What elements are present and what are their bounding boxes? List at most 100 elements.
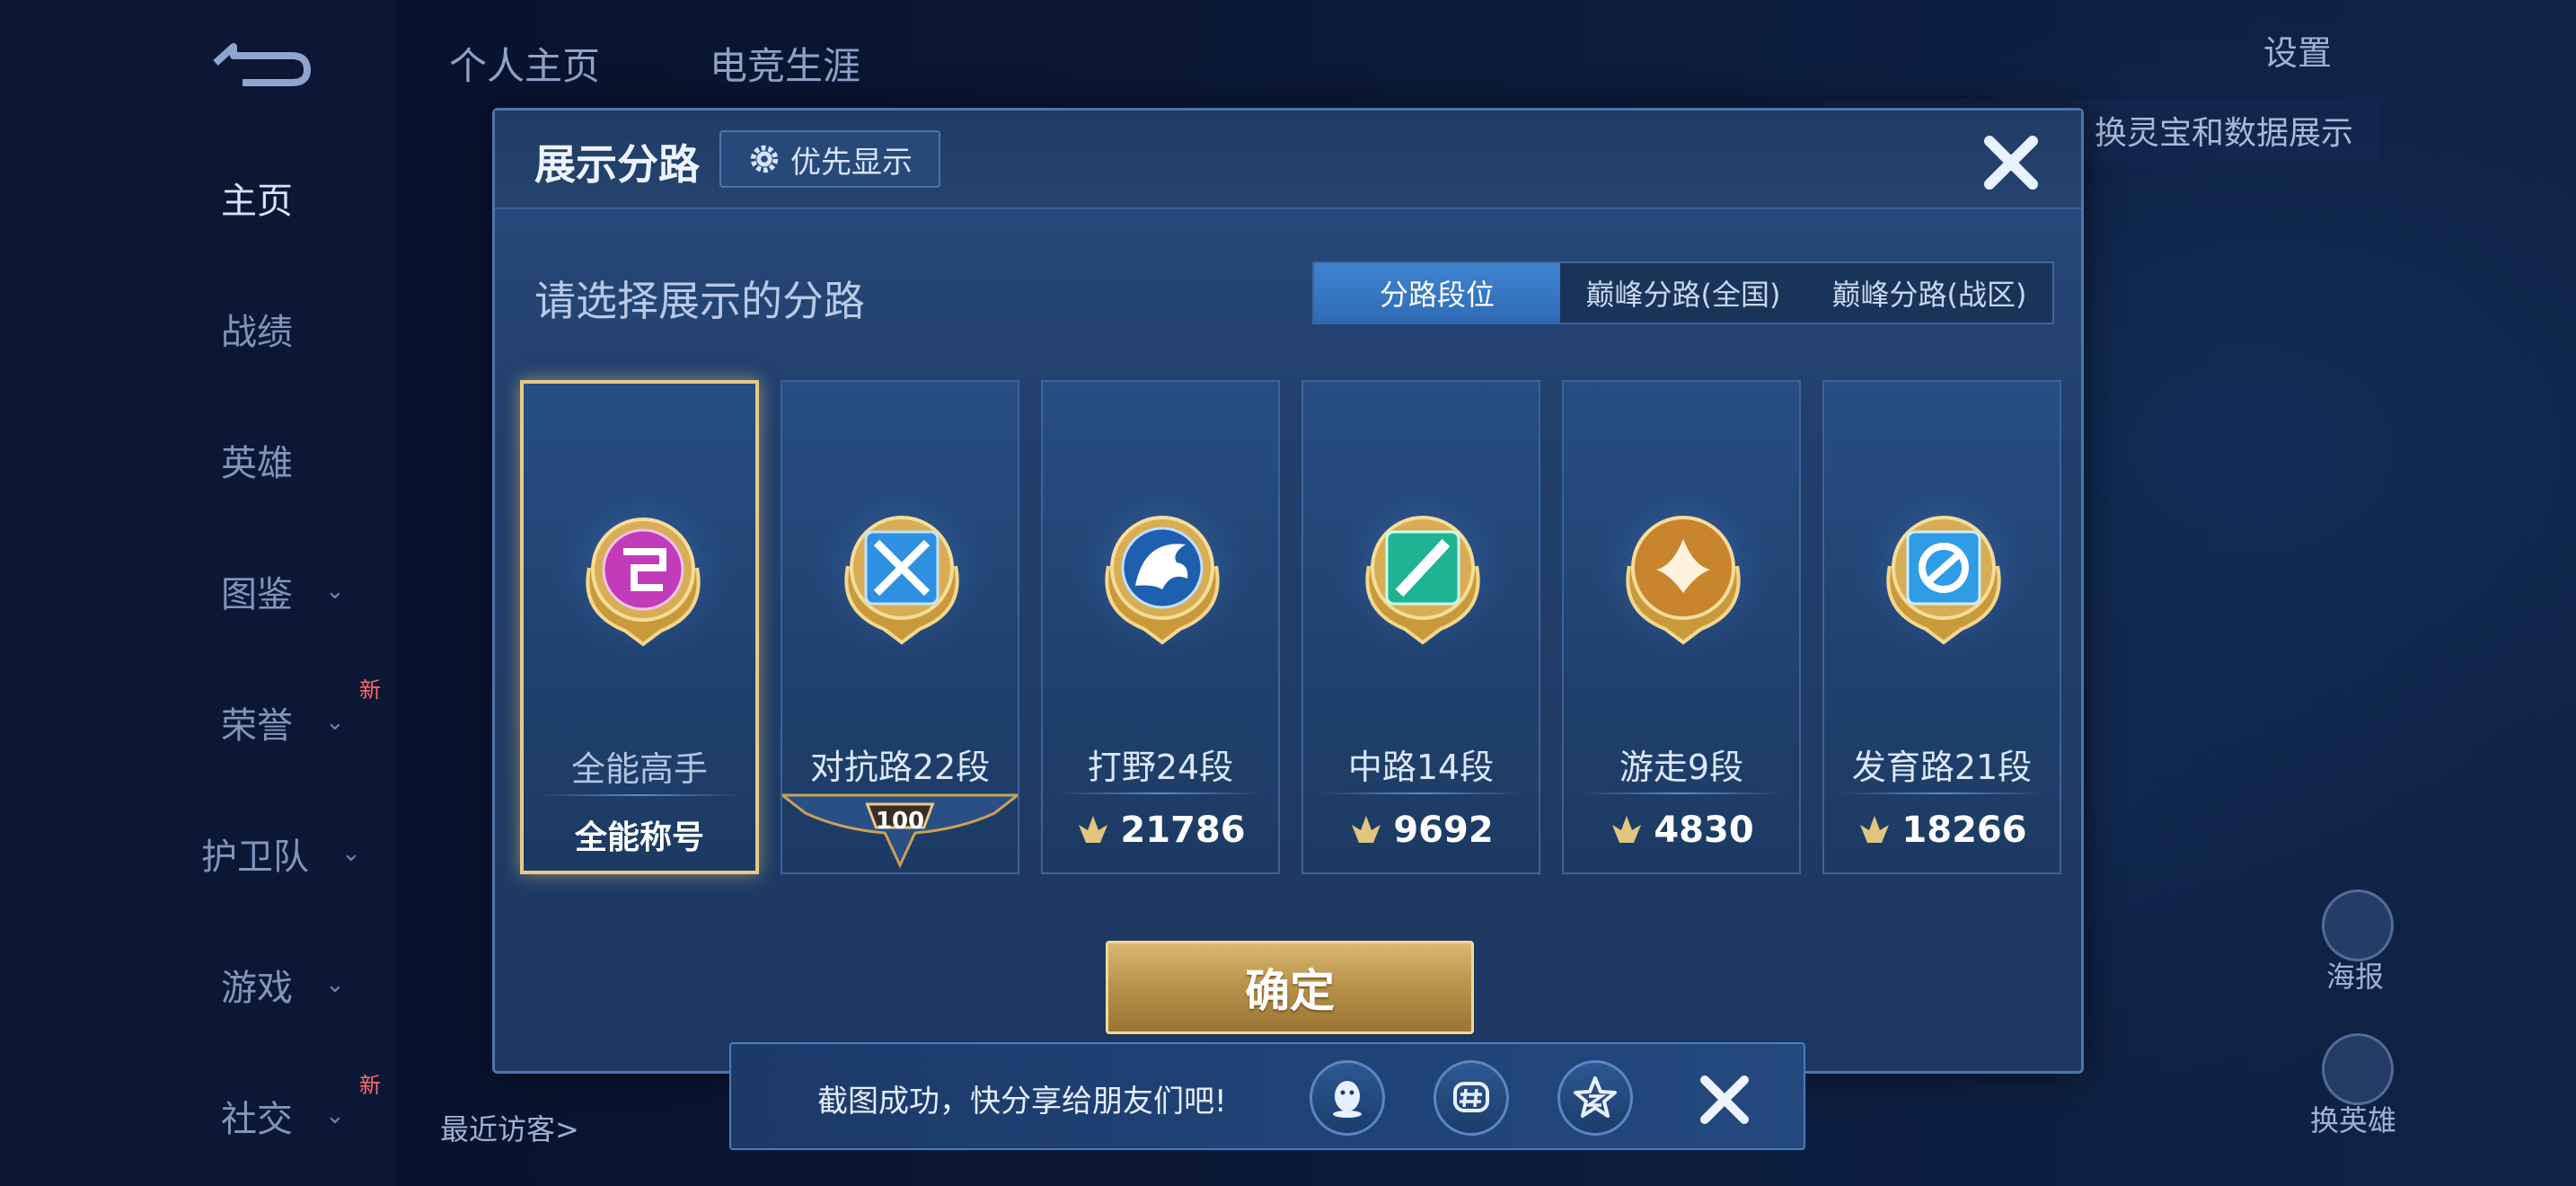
lane-card-jungle[interactable]: 打野24段 21786: [1041, 380, 1280, 874]
lane-card-score: 9692: [1303, 810, 1539, 851]
swap-hero-label: 换英雄: [2310, 1103, 2397, 1137]
settings-button[interactable]: 设置: [2263, 25, 2332, 75]
all-round-badge-icon: [580, 505, 706, 649]
nav-item-label: 游戏: [221, 968, 293, 1009]
farm-lane-badge-icon: [1881, 503, 2007, 647]
share-qq-button[interactable]: [1310, 1060, 1385, 1136]
card-divider: [1578, 792, 1785, 794]
lane-card-roam[interactable]: 游走9段 4830: [1562, 380, 1801, 874]
nav-item-label: 社交: [221, 1099, 293, 1140]
lane-card-score: 18266: [1824, 810, 2060, 851]
lane-card-name: 全能高手: [570, 749, 708, 789]
nav-item-label: 图鉴: [221, 574, 293, 615]
badge-glow: [812, 481, 992, 660]
toast-close-button[interactable]: [1690, 1066, 1759, 1134]
new-badge: 新: [359, 1073, 381, 1098]
lane-cards: 全能高手 全能称号 对抗路22段 100 打野24段 21786 中路14段 9…: [520, 380, 2065, 874]
score-value: 4830: [1654, 810, 1754, 851]
tab-esports[interactable]: 电竞生涯: [710, 36, 860, 91]
close-icon: [1700, 1075, 1749, 1124]
qq-icon: [1333, 1081, 1362, 1118]
badge-glow: [1072, 481, 1252, 660]
peak-score-icon: [1079, 816, 1108, 843]
nav-item-handbook[interactable]: 图鉴 ⌄: [221, 564, 419, 618]
new-badge: 新: [359, 677, 381, 703]
chevron-down-icon: ⌄: [341, 840, 361, 867]
nav-item-heroes[interactable]: 英雄: [221, 433, 419, 487]
tab-lane-rank[interactable]: 分路段位: [1314, 263, 1560, 323]
peak-score-icon: [1352, 816, 1381, 843]
nav-item-guard-team[interactable]: 护卫队 ⌄: [201, 827, 399, 881]
priority-display-button[interactable]: 优先显示: [719, 130, 940, 188]
nav-item-home[interactable]: 主页: [221, 171, 419, 225]
swap-hero-icon[interactable]: [2322, 1033, 2394, 1105]
lane-card-name: 中路14段: [1347, 748, 1495, 787]
lane-card-score: 4830: [1564, 810, 1799, 851]
level-number: 100: [875, 808, 925, 835]
chevron-down-icon: ⌄: [325, 971, 345, 998]
badge-glow: [553, 482, 733, 662]
card-divider: [1318, 792, 1524, 794]
priority-display-label: 优先显示: [790, 144, 913, 181]
modal-header: 展示分路 优先显示: [495, 111, 2081, 209]
lane-card-farm[interactable]: 发育路21段 18266: [1822, 380, 2061, 874]
poster-label: 海报: [2326, 960, 2385, 994]
peak-score-icon: [1612, 816, 1642, 843]
lane-card-mid[interactable]: 中路14段 9692: [1301, 380, 1540, 874]
roam-wings-badge-icon: [1620, 503, 1746, 647]
chevron-down-icon: ⌄: [325, 578, 345, 605]
peak-score-icon: [1860, 816, 1890, 843]
lane-card-title-tag: 全能称号: [574, 819, 704, 856]
chevron-down-icon: ⌄: [325, 709, 345, 736]
badge-glow: [1333, 481, 1513, 660]
lane-display-modal: 展示分路 优先显示 请选择展示的分路 分路段位 巅峰分路(全国) 巅峰分路(战区…: [492, 108, 2084, 1074]
confirm-button[interactable]: 确定: [1106, 941, 1474, 1034]
screenshot-share-toast: 截图成功，快分享给朋友们吧!: [729, 1042, 1805, 1150]
swap-display-label: 换灵宝和数据展示: [2094, 115, 2353, 152]
mid-lane-badge-icon: [1360, 503, 1486, 647]
toast-message: 截图成功，快分享给朋友们吧!: [817, 1084, 1227, 1120]
card-divider: [1057, 792, 1264, 794]
gear-icon: [750, 145, 779, 173]
modal-subtitle: 请选择展示的分路: [534, 277, 865, 325]
chevron-down-icon: ⌄: [325, 1102, 345, 1129]
lane-card-name: 打野24段: [1087, 748, 1234, 787]
tab-peak-lane-national[interactable]: 巅峰分路(全国): [1560, 263, 1806, 323]
share-moments-button[interactable]: [1434, 1060, 1509, 1136]
back-button[interactable]: [207, 36, 314, 90]
score-value: 18266: [1901, 810, 2027, 851]
lane-card-all-round[interactable]: 全能高手 全能称号: [520, 380, 759, 874]
tab-peak-lane-region[interactable]: 巅峰分路(战区): [1806, 263, 2052, 323]
nav-item-honor[interactable]: 荣誉 ⌄: [221, 695, 419, 749]
badge-glow: [1593, 481, 1773, 660]
poster-icon[interactable]: [2322, 890, 2394, 961]
nav-item-label: 英雄: [221, 443, 293, 484]
score-value: 21786: [1120, 810, 1246, 851]
score-value: 9692: [1393, 810, 1494, 851]
modal-close-button[interactable]: [1977, 128, 2045, 197]
nav-item-label: 护卫队: [201, 836, 309, 878]
nav-item-label: 战绩: [221, 312, 293, 353]
close-icon: [1984, 136, 2038, 190]
card-divider: [1839, 792, 2045, 794]
back-arrow-icon: [213, 43, 311, 86]
badge-glow: [1854, 481, 2033, 660]
lane-card-score: 21786: [1043, 810, 1278, 851]
recent-visitors-link[interactable]: 最近访客>: [440, 1107, 579, 1148]
nav-item-label: 主页: [221, 181, 293, 222]
modal-title: 展示分路: [534, 140, 700, 189]
nav-item-record[interactable]: 战绩: [221, 302, 419, 356]
clash-lane-badge-icon: [839, 503, 965, 647]
jungle-dragon-badge-icon: [1099, 503, 1225, 647]
nav-item-social[interactable]: 社交 ⌄: [221, 1089, 419, 1143]
lane-card-name: 发育路21段: [1851, 748, 2033, 787]
moments-icon: [1453, 1082, 1489, 1112]
lane-card-name: 对抗路22段: [809, 748, 991, 787]
qzone-icon: [1574, 1076, 1617, 1118]
nav-item-label: 荣誉: [221, 705, 293, 747]
nav-item-game[interactable]: 游戏 ⌄: [221, 958, 419, 1012]
share-qzone-button[interactable]: [1557, 1060, 1633, 1136]
lane-card-clash[interactable]: 对抗路22段 100: [778, 380, 1022, 874]
tab-profile[interactable]: 个人主页: [449, 36, 600, 91]
lane-card-name: 游走9段: [1619, 748, 1744, 787]
